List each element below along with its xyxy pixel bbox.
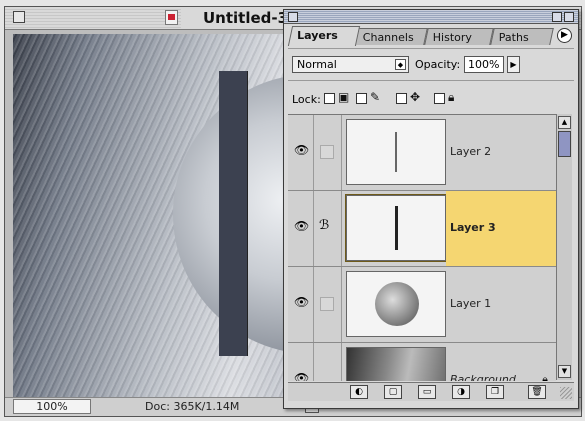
link-toggle[interactable] [314, 343, 342, 381]
eye-icon: 👁︎ [294, 219, 310, 233]
layer-style-icon[interactable]: ◐ [350, 385, 368, 399]
layers-scrollbar[interactable]: ▲ ▼ [556, 114, 572, 380]
transparency-icon: ▣ [338, 90, 350, 104]
palette-zoom-box[interactable] [552, 12, 562, 22]
brush-icon: ✎ [370, 90, 381, 104]
mask-icon[interactable]: ▢ [384, 385, 402, 399]
trash-icon[interactable]: 🗑︎ [528, 385, 546, 399]
lock-all-checkbox[interactable] [434, 93, 445, 104]
opacity-slider-arrow-icon[interactable]: ▶ [507, 56, 520, 73]
layer-thumbnail [346, 271, 446, 337]
close-box[interactable] [13, 11, 25, 23]
lock-transparency-checkbox[interactable] [324, 93, 335, 104]
layers-list: 👁︎ Layer 2 👁︎ ℬ Layer 3 👁︎ Layer 1 👁︎ Ba… [288, 114, 556, 381]
layer-name: Layer 2 [450, 145, 492, 158]
palette-collapse-box[interactable] [564, 12, 574, 22]
palette-titlebar[interactable] [284, 10, 578, 24]
opacity-input[interactable]: 100% [464, 56, 504, 73]
empty-link-box [320, 297, 334, 311]
tab-layers[interactable]: Layers [287, 26, 361, 46]
layer-row[interactable]: 👁︎ Layer 1 [288, 267, 556, 343]
layer-thumbnail [346, 119, 446, 185]
adjustment-layer-icon[interactable]: ◑ [452, 385, 470, 399]
blend-mode-value: Normal [297, 58, 337, 71]
divider [288, 80, 574, 81]
blend-mode-select[interactable]: Normal ◆ [292, 56, 409, 73]
doc-size-info: Doc: 365K/1.14M [145, 400, 240, 413]
layer-name: Layer 1 [450, 297, 492, 310]
divider [288, 48, 574, 49]
layer-name: Layer 3 [450, 221, 496, 234]
palette-tabs: Layers Channels History Paths [287, 26, 558, 46]
thumbnail-sphere [375, 282, 419, 326]
bar-graphic [219, 71, 247, 356]
visibility-toggle[interactable]: 👁︎ [288, 115, 314, 190]
lock-label: Lock: [292, 93, 321, 106]
layer-thumbnail [345, 194, 447, 262]
palette-bottom-bar: ◐ ▢ ▭ ◑ ❐ 🗑︎ [288, 382, 574, 401]
new-set-icon[interactable]: ▭ [418, 385, 436, 399]
layer-thumbnail [346, 347, 446, 381]
visibility-toggle[interactable]: 👁︎ [288, 191, 314, 266]
document-icon [165, 10, 178, 25]
layer-row[interactable]: 👁︎ Layer 2 [288, 115, 556, 191]
eye-icon: 👁︎ [294, 143, 310, 157]
scroll-up-icon[interactable]: ▲ [558, 116, 571, 129]
link-toggle[interactable]: ℬ [314, 191, 342, 266]
paintbrush-icon: ℬ [319, 218, 330, 233]
tab-channels[interactable]: Channels [354, 28, 428, 45]
lock-icon: 🔒︎ [448, 90, 455, 104]
layer-name: Background [450, 373, 516, 381]
lock-image-checkbox[interactable] [356, 93, 367, 104]
empty-link-box [320, 145, 334, 159]
tab-history[interactable]: History [424, 28, 494, 45]
tab-paths[interactable]: Paths [490, 28, 554, 45]
dropdown-arrows-icon: ◆ [395, 59, 406, 70]
layer-name-area[interactable]: Layer 3 [446, 191, 556, 266]
palette-menu-icon[interactable]: ▶ [557, 28, 572, 43]
opacity-label: Opacity: [415, 58, 461, 71]
layer-name-area[interactable]: Layer 2 [446, 115, 556, 190]
palette-close-box[interactable] [288, 12, 298, 22]
layer-name-area[interactable]: Layer 1 [446, 267, 556, 342]
layer-row[interactable]: 👁︎ Background 🔒︎ [288, 343, 556, 381]
scroll-thumb[interactable] [558, 131, 571, 157]
resize-grip-icon[interactable] [560, 387, 572, 399]
new-layer-icon[interactable]: ❐ [486, 385, 504, 399]
lock-position-checkbox[interactable] [396, 93, 407, 104]
link-toggle[interactable] [314, 115, 342, 190]
thumbnail-bar [395, 206, 398, 250]
layers-palette: Layers Channels History Paths ▶ Normal ◆… [283, 9, 579, 409]
layer-name-area[interactable]: Background 🔒︎ [446, 343, 556, 381]
visibility-toggle[interactable]: 👁︎ [288, 267, 314, 342]
link-toggle[interactable] [314, 267, 342, 342]
eye-icon: 👁︎ [294, 295, 310, 309]
layer-row-selected[interactable]: 👁︎ ℬ Layer 3 [288, 191, 556, 267]
thumbnail-bar [395, 132, 397, 172]
zoom-field[interactable]: 100% [13, 399, 91, 414]
eye-icon: 👁︎ [294, 371, 310, 381]
lock-icon: 🔒︎ [542, 373, 548, 381]
move-icon: ✥ [410, 90, 421, 104]
scroll-down-icon[interactable]: ▼ [558, 365, 571, 378]
visibility-toggle[interactable]: 👁︎ [288, 343, 314, 381]
